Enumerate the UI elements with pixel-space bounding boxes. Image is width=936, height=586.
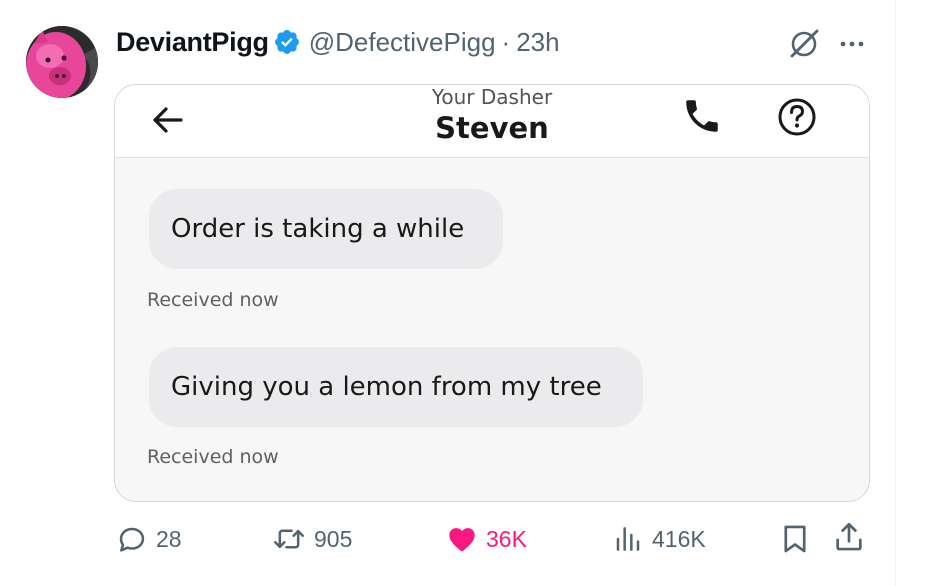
chat-title: Steven (435, 111, 549, 145)
repost-button[interactable]: 905 (272, 522, 352, 556)
more-options-icon[interactable] (834, 26, 870, 62)
help-icon (775, 95, 819, 139)
grok-icon[interactable] (786, 26, 822, 62)
like-button[interactable]: 36K (446, 522, 527, 556)
display-name[interactable]: DeviantPigg (116, 27, 269, 58)
repost-count: 905 (314, 525, 353, 552)
share-icon[interactable] (832, 520, 866, 554)
message-status: Received now (147, 446, 279, 468)
avatar[interactable] (26, 26, 98, 98)
chat-subtitle: Your Dasher (431, 85, 553, 109)
bookmark-icon[interactable] (778, 522, 812, 556)
message-bubble: Order is taking a while (149, 189, 503, 269)
message-status: Received now (147, 289, 279, 311)
avatar-image (26, 26, 98, 98)
repost-icon (274, 529, 304, 549)
views-icon (616, 527, 640, 551)
reply-icon (119, 527, 145, 552)
like-count: 36K (486, 525, 527, 552)
user-handle[interactable]: @DefectivePigg (309, 27, 496, 58)
separator-dot: · (501, 26, 511, 57)
tweet-header: DeviantPigg @DefectivePigg · 23h (116, 24, 560, 60)
reply-count: 28 (156, 525, 182, 552)
views-button[interactable]: 416K (612, 522, 706, 556)
views-count: 416K (652, 525, 706, 552)
message-bubble: Giving you a lemon from my tree (149, 347, 643, 427)
heart-icon (449, 528, 475, 552)
tweet-media[interactable]: Your Dasher Steven Order is taking a whi… (114, 84, 870, 502)
reply-button[interactable]: 28 (116, 522, 182, 556)
phone-icon (681, 95, 723, 137)
verified-badge-icon[interactable] (273, 28, 301, 56)
tweet-card[interactable]: DeviantPigg @DefectivePigg · 23h Your Da… (0, 0, 896, 586)
chat-header: Your Dasher Steven (115, 85, 869, 158)
timestamp[interactable]: 23h (516, 27, 559, 58)
